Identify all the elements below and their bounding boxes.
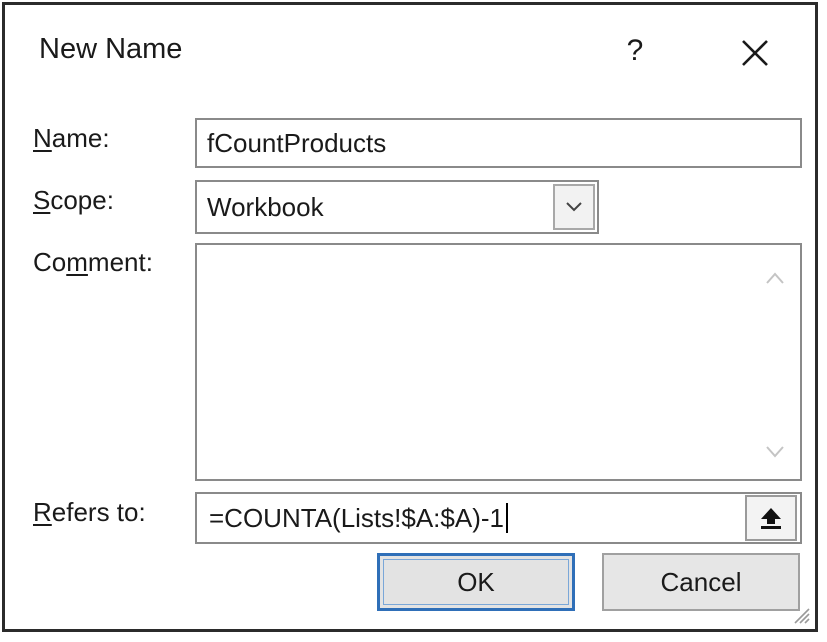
refers-to-label-accesskey: R — [33, 497, 52, 527]
scope-label-accesskey: S — [33, 185, 51, 215]
chevron-down-icon — [766, 446, 784, 458]
close-button[interactable] — [727, 25, 783, 81]
scroll-up-button[interactable] — [762, 265, 788, 291]
resize-grip-icon[interactable] — [789, 603, 811, 625]
refers-to-label: Refers to: — [33, 497, 146, 528]
arrow-up-icon — [761, 508, 781, 529]
scope-select[interactable]: Workbook — [195, 180, 599, 234]
ok-button[interactable]: OK — [377, 553, 575, 611]
name-label: Name: — [33, 123, 110, 154]
help-button[interactable]: ? — [613, 27, 657, 75]
chevron-up-icon — [766, 272, 784, 284]
close-icon — [742, 40, 768, 66]
cancel-button[interactable]: Cancel — [602, 553, 800, 611]
chevron-down-icon — [566, 202, 582, 212]
comment-label-start: Co — [33, 247, 67, 277]
name-label-accesskey: N — [33, 123, 52, 153]
scope-label: Scope: — [33, 185, 114, 216]
comment-scrollbar[interactable] — [750, 245, 800, 479]
scroll-down-button[interactable] — [762, 439, 788, 465]
new-name-dialog: New Name ? Name: fCountProducts Scope: W… — [2, 2, 818, 632]
comment-textarea[interactable] — [195, 243, 802, 481]
name-label-rest: ame: — [51, 123, 110, 153]
cancel-button-label: Cancel — [660, 566, 742, 597]
scope-label-rest: cope: — [50, 185, 114, 215]
refers-to-input[interactable]: =COUNTA(Lists!$A:$A)-1 — [195, 492, 802, 544]
refers-to-value: =COUNTA(Lists!$A:$A)-1 — [209, 502, 504, 533]
comment-label-rest: ment: — [87, 247, 153, 277]
comment-label-accesskey: m — [66, 247, 88, 277]
dialog-title: New Name — [39, 33, 183, 65]
ok-button-label: OK — [457, 566, 495, 597]
comment-label: Comment: — [33, 247, 153, 278]
name-input[interactable]: fCountProducts — [195, 118, 802, 168]
refers-to-label-rest: efers to: — [51, 497, 146, 527]
text-cursor — [505, 503, 508, 533]
scope-dropdown-button[interactable] — [553, 184, 595, 230]
collapse-dialog-button[interactable] — [745, 495, 797, 541]
